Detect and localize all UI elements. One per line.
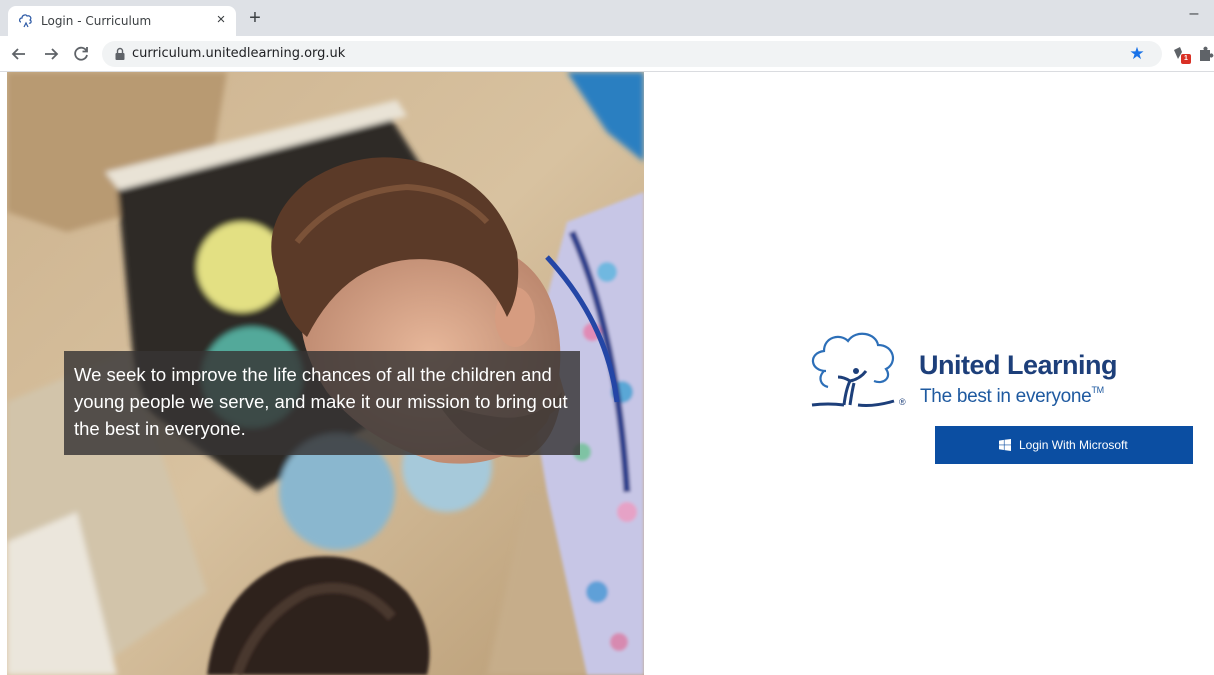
window-minimize-button[interactable]: –: [1184, 4, 1204, 24]
login-with-microsoft-button[interactable]: Login With Microsoft: [935, 426, 1193, 464]
mission-statement-box: We seek to improve the life chances of a…: [64, 351, 580, 455]
windows-logo-icon: [999, 439, 1011, 451]
lock-icon[interactable]: [114, 47, 126, 61]
tagline-text: The best in everyone: [920, 386, 1092, 407]
new-tab-button[interactable]: +: [244, 8, 266, 30]
brand-name: United Learning: [919, 350, 1118, 380]
forward-arrow-icon: [45, 48, 59, 60]
puzzle-icon[interactable]: [1197, 44, 1214, 64]
address-bar[interactable]: curriculum.unitedlearning.org.uk ★: [102, 41, 1162, 67]
forward-button[interactable]: [40, 43, 62, 65]
united-learning-logo: ® United Learning The best in everyoneTM: [804, 322, 1144, 422]
trademark-mark: TM: [1091, 385, 1104, 395]
login-button-label: Login With Microsoft: [1019, 438, 1128, 452]
tab-close-icon[interactable]: ×: [212, 11, 230, 29]
extension-badge: 1: [1181, 54, 1191, 64]
browser-tab-strip: Login - Curriculum × + –: [0, 0, 1214, 36]
registered-mark: ®: [899, 397, 906, 407]
url-text[interactable]: curriculum.unitedlearning.org.uk: [132, 46, 345, 61]
browser-toolbar: curriculum.unitedlearning.org.uk ★: [0, 36, 1214, 72]
back-arrow-icon: [11, 48, 25, 60]
browser-tab[interactable]: Login - Curriculum ×: [8, 6, 236, 36]
brand-tagline: The best in everyoneTM: [920, 385, 1104, 408]
back-button[interactable]: [8, 43, 30, 65]
extension-icon[interactable]: 1: [1170, 44, 1191, 64]
reload-icon: [74, 46, 88, 61]
reload-button[interactable]: [70, 43, 92, 65]
site-favicon-icon: [19, 14, 32, 28]
login-panel: ® United Learning The best in everyoneTM…: [644, 72, 1214, 675]
tree-logo-icon: [811, 332, 895, 407]
star-icon[interactable]: ★: [1127, 44, 1147, 64]
tab-title: Login - Curriculum: [41, 14, 152, 28]
mission-statement: We seek to improve the life chances of a…: [74, 364, 568, 439]
